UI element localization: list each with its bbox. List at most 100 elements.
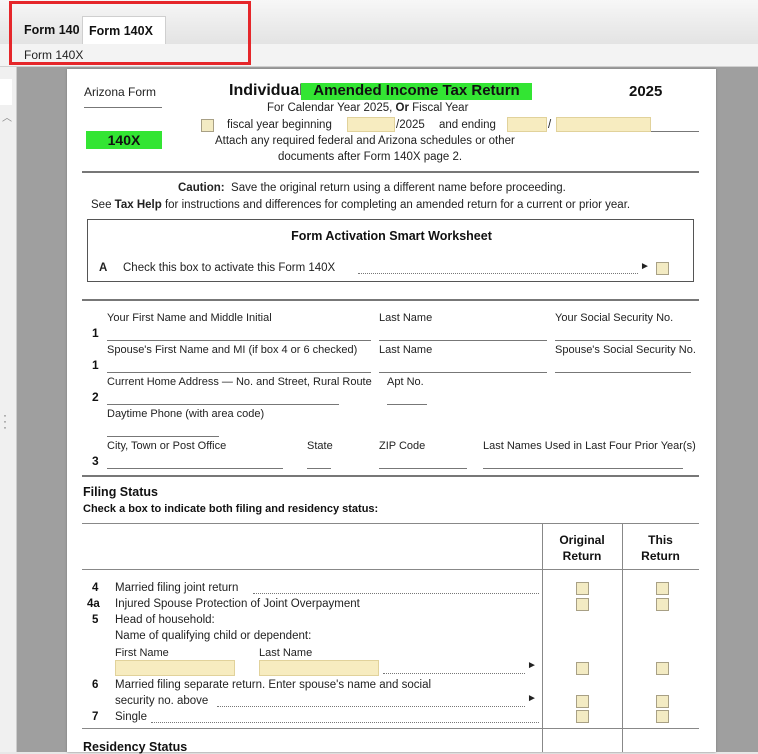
hoh-original-checkbox[interactable] [576, 662, 589, 675]
arrow-right-icon: ► [527, 693, 537, 704]
leader-dots [217, 706, 525, 707]
zip-input[interactable] [379, 468, 467, 469]
hoh-this-checkbox[interactable] [656, 662, 669, 675]
mfj-this-checkbox[interactable] [656, 582, 669, 595]
caution-text: Caution: Save the original return using … [178, 182, 566, 194]
city-label: City, Town or Post Office [107, 440, 227, 452]
leader-dots [253, 593, 539, 594]
injured-spouse-this-checkbox[interactable] [656, 598, 669, 611]
zip-label: ZIP Code [379, 440, 426, 452]
spouse-first-name-label: Spouse's First Name and MI (if box 4 or … [107, 344, 358, 356]
filing-status-mfj: Married filing joint return [115, 582, 239, 594]
filing-status-subheading: Check a box to indicate both filing and … [83, 503, 379, 515]
divider [82, 299, 699, 301]
city-input[interactable] [107, 468, 283, 469]
last-name-label: Last Name [379, 312, 433, 324]
leader-dots [383, 673, 525, 674]
page-title: Amended Income Tax Return [301, 83, 532, 100]
splitter-handle-icon[interactable]: · · · [3, 409, 7, 433]
dependent-first-name-field[interactable] [115, 660, 235, 676]
fiscal-end-year-field[interactable] [556, 117, 651, 132]
column-header-this: This [648, 533, 673, 547]
highlight-box [9, 1, 251, 65]
chevron-up-icon[interactable]: ︿ [2, 109, 12, 124]
prior-names-label: Last Names Used in Last Four Prior Year(… [483, 440, 696, 452]
filing-status-heading: Filing Status [83, 485, 158, 499]
last-name-input[interactable] [379, 340, 547, 341]
table-bottom-border [82, 728, 699, 729]
column-header-original: Original [559, 533, 605, 547]
spouse-last-name-input[interactable] [379, 372, 547, 373]
tax-year: 2025 [629, 83, 663, 100]
form-number: 140X [86, 131, 162, 149]
filing-status-mfs-2: security no. above [115, 695, 209, 707]
line-number: 6 [92, 679, 99, 691]
phone-label: Daytime Phone (with area code) [107, 408, 265, 420]
divider [82, 171, 699, 173]
prior-names-input[interactable] [483, 468, 683, 469]
first-name-label: Your First Name and Middle Initial [107, 312, 272, 324]
apt-label: Apt No. [387, 376, 424, 388]
injured-spouse-original-checkbox[interactable] [576, 598, 589, 611]
single-original-checkbox[interactable] [576, 710, 589, 723]
form-page: Arizona Form 140X Individual Amended Inc… [67, 69, 716, 754]
column-header-original-2: Return [562, 549, 602, 563]
spouse-last-name-label: Last Name [379, 344, 433, 356]
mfs-this-checkbox[interactable] [656, 695, 669, 708]
filing-status-injured-spouse: Injured Spouse Protection of Joint Overp… [115, 598, 360, 610]
fiscal-begin-field[interactable] [347, 117, 395, 132]
column-header-this-2: Return [641, 549, 680, 563]
fiscal-begin-label: fiscal year beginning [227, 119, 332, 131]
table-top-border [82, 523, 699, 524]
mfs-original-checkbox[interactable] [576, 695, 589, 708]
address-input[interactable] [107, 404, 339, 405]
fiscal-end-slash: / [548, 119, 552, 131]
line-number: 3 [92, 454, 99, 468]
fiscal-end-month-field[interactable] [507, 117, 547, 132]
filing-status-mfs: Married filing separate return. Enter sp… [115, 679, 432, 691]
qualifying-dependent-label: Name of qualifying child or dependent: [115, 630, 312, 642]
attach-text-line1: Attach any required federal and Arizona … [215, 135, 515, 147]
dependent-first-name-label: First Name [115, 647, 169, 659]
filing-status-single: Single [115, 711, 147, 723]
line-number: 4a [87, 598, 100, 610]
fiscal-end-label: and ending [439, 119, 496, 131]
mfj-original-checkbox[interactable] [576, 582, 589, 595]
ssn-input[interactable] [555, 340, 691, 341]
line-number: 4 [92, 582, 99, 594]
worksheet-title: Form Activation Smart Worksheet [291, 229, 492, 243]
underline [651, 131, 699, 132]
state-label: State [307, 440, 333, 452]
divider [82, 475, 699, 477]
worksheet-line-letter: A [99, 262, 108, 274]
single-this-checkbox[interactable] [656, 710, 669, 723]
tax-help-link[interactable]: Tax Help [115, 199, 162, 211]
leader-dots [358, 273, 638, 274]
underline [84, 107, 162, 108]
left-panel-gutter: ︿ · · · [0, 67, 17, 752]
line-number: 7 [92, 711, 99, 723]
leader-dots [151, 722, 539, 723]
line-number: 2 [92, 390, 99, 404]
activate-form-checkbox[interactable] [656, 262, 669, 275]
title-prefix: Individual [229, 82, 304, 99]
left-panel-edge [0, 79, 12, 105]
ssn-label: Your Social Security No. [555, 312, 674, 324]
fiscal-begin-year: /2025 [396, 119, 425, 131]
state-form-label: Arizona Form [84, 85, 157, 99]
table-header-border [82, 569, 699, 570]
fiscal-year-checkbox[interactable] [201, 119, 214, 132]
spouse-ssn-label: Spouse's Social Security No. [555, 344, 696, 356]
line-number: 1 [92, 358, 99, 372]
apt-input[interactable] [387, 404, 427, 405]
dependent-last-name-field[interactable] [259, 660, 379, 676]
state-input[interactable] [307, 468, 331, 469]
dependent-last-name-label: Last Name [259, 647, 313, 659]
first-name-input[interactable] [107, 340, 371, 341]
phone-input[interactable] [107, 436, 219, 437]
line-number: 5 [92, 614, 99, 626]
spouse-first-name-input[interactable] [107, 372, 371, 373]
caution-help-text: See Tax Help for instructions and differ… [91, 199, 631, 211]
spouse-ssn-input[interactable] [555, 372, 691, 373]
calendar-year-text: For Calendar Year 2025, Or Fiscal Year [267, 102, 469, 114]
